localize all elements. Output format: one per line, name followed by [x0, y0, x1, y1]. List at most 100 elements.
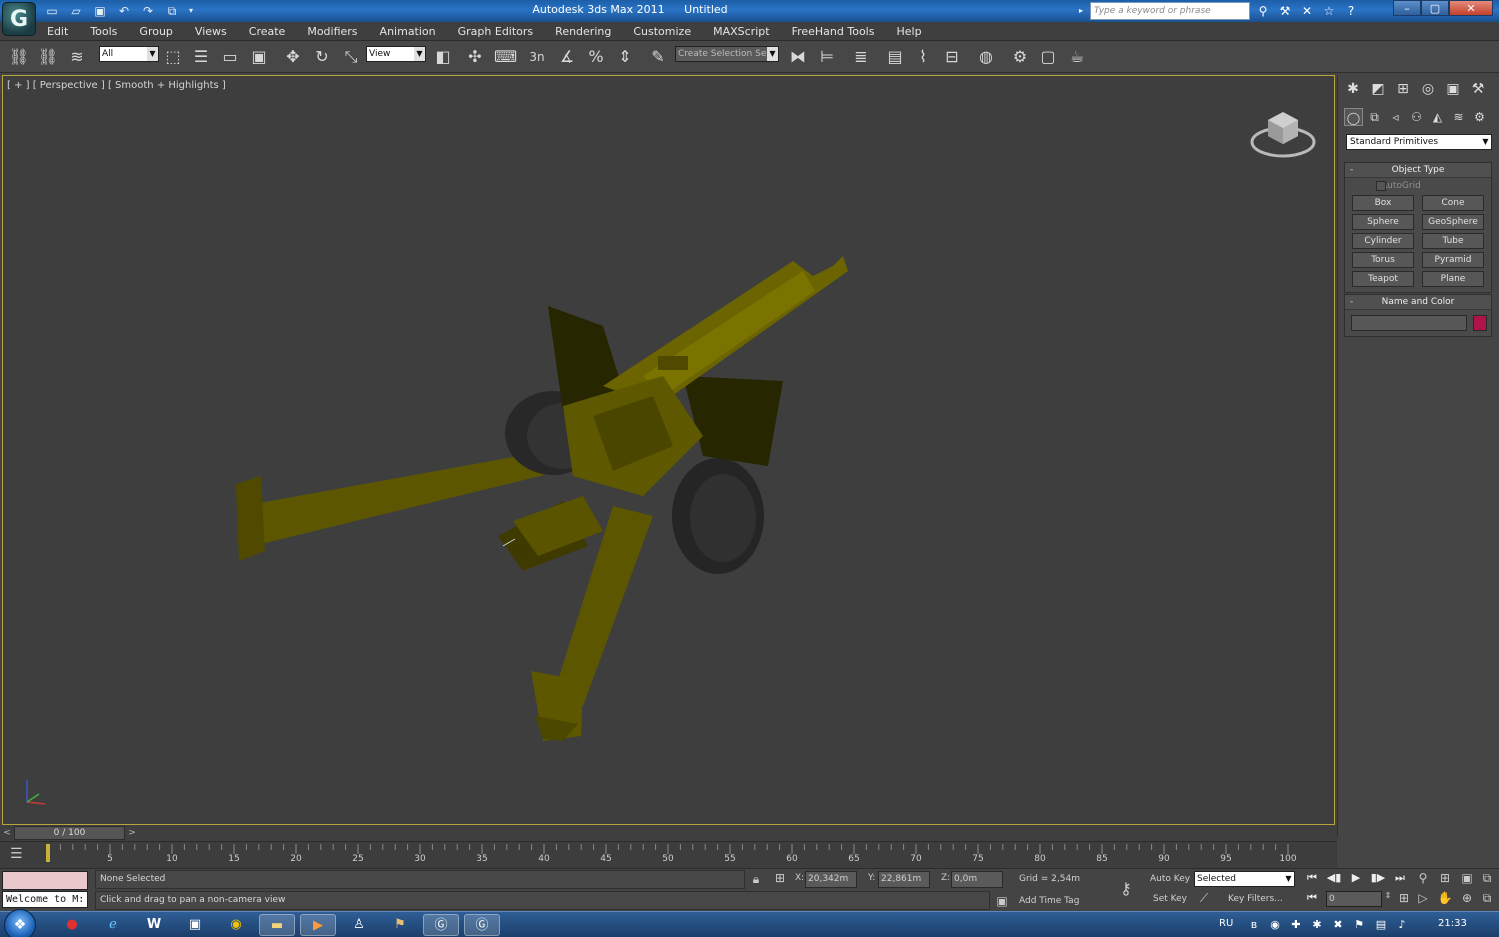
- menu-rendering[interactable]: Rendering: [544, 22, 622, 41]
- tray-antivirus-icon[interactable]: ✖: [1330, 917, 1346, 933]
- help-icon[interactable]: ?: [1342, 2, 1360, 20]
- systems-icon[interactable]: ⚙: [1470, 108, 1489, 126]
- set-key-icon[interactable]: ⚷: [1113, 879, 1139, 898]
- material-editor-icon[interactable]: ◍: [975, 46, 997, 68]
- default-tangents-icon[interactable]: ⟋: [1196, 891, 1212, 906]
- bluetooth-icon[interactable]: ʙ: [1246, 917, 1262, 933]
- tray-app-icon[interactable]: ◉: [1267, 917, 1283, 933]
- unlink-icon[interactable]: ⛓: [37, 46, 59, 68]
- add-time-tag[interactable]: Add Time Tag: [1019, 896, 1079, 906]
- zoom-all-icon[interactable]: ⊞: [1436, 871, 1454, 885]
- time-slider[interactable]: < 0 / 100 >: [0, 825, 1337, 841]
- display-tab-icon[interactable]: ▣: [1442, 79, 1464, 99]
- volume-icon[interactable]: ♪: [1394, 917, 1410, 933]
- maximize-button[interactable]: ▢: [1421, 0, 1449, 16]
- primitive-sphere-button[interactable]: Sphere: [1352, 214, 1414, 230]
- manipulate-icon[interactable]: ✣: [464, 46, 486, 68]
- snaps-toggle-icon[interactable]: 3n: [526, 46, 548, 68]
- app2-icon[interactable]: ⚑: [382, 914, 418, 936]
- go-to-end-icon[interactable]: ⏭: [1390, 869, 1410, 887]
- time-slider-thumb[interactable]: 0 / 100: [14, 826, 125, 840]
- select-object-icon[interactable]: ⬚: [162, 46, 184, 68]
- geometry-icon[interactable]: ◯: [1344, 108, 1363, 126]
- layer-manager-icon[interactable]: ≣: [850, 46, 872, 68]
- named-selection-dropdown[interactable]: Create Selection Se ▼: [675, 46, 779, 62]
- pivot-center-icon[interactable]: ◧: [432, 46, 454, 68]
- app-icon[interactable]: ▣: [177, 914, 213, 936]
- primitive-plane-button[interactable]: Plane: [1422, 271, 1484, 287]
- menu-animation[interactable]: Animation: [369, 22, 447, 41]
- go-to-start-icon[interactable]: ⏮: [1302, 869, 1322, 887]
- primitive-box-button[interactable]: Box: [1352, 195, 1414, 211]
- subscription-icon[interactable]: ⚒: [1276, 2, 1294, 20]
- clock[interactable]: 21:33: [1438, 918, 1467, 929]
- time-config-icon[interactable]: ⊞: [1396, 891, 1412, 905]
- search-expand-icon[interactable]: ▸: [1079, 2, 1089, 20]
- tray-folder-icon[interactable]: ✱: [1309, 917, 1325, 933]
- rectangular-selection-icon[interactable]: ▭: [219, 46, 241, 68]
- lights-icon[interactable]: ◃: [1386, 108, 1405, 126]
- modify-tab-icon[interactable]: ◩: [1367, 79, 1389, 99]
- key-mode-toggle-icon[interactable]: ⏮: [1302, 889, 1322, 907]
- angle-snap-icon[interactable]: ∡: [556, 46, 578, 68]
- schematic-view-icon[interactable]: ⊟: [941, 46, 963, 68]
- move-icon[interactable]: ✥: [282, 46, 304, 68]
- menu-modifiers[interactable]: Modifiers: [296, 22, 368, 41]
- spinner-snap-icon[interactable]: ⇕: [614, 46, 636, 68]
- primitive-cone-button[interactable]: Cone: [1422, 195, 1484, 211]
- pan-view-icon[interactable]: ✋: [1436, 891, 1454, 905]
- play-icon[interactable]: ▶: [1346, 869, 1366, 887]
- 3dsmax-icon[interactable]: Ⓖ: [423, 914, 459, 936]
- orbit-icon[interactable]: ⊕: [1458, 891, 1476, 905]
- mirror-icon[interactable]: ⧓: [787, 46, 809, 68]
- time-tag-icon[interactable]: ▣: [995, 894, 1009, 908]
- chrome-icon[interactable]: ◉: [218, 914, 254, 936]
- next-frame-icon[interactable]: >: [126, 826, 138, 840]
- cameras-icon[interactable]: ⚇: [1407, 108, 1426, 126]
- y-coordinate-field[interactable]: 22,861m: [878, 871, 930, 888]
- selection-filter-dropdown[interactable]: All ▼: [99, 46, 159, 62]
- create-tab-icon[interactable]: ✱: [1342, 79, 1364, 99]
- current-frame-field[interactable]: 0: [1326, 891, 1382, 907]
- key-filters-button[interactable]: Key Filters...: [1228, 894, 1283, 904]
- 3dsmax2-icon[interactable]: Ⓖ: [464, 914, 500, 936]
- helpers-icon[interactable]: ◭: [1428, 108, 1447, 126]
- edit-named-selection-icon[interactable]: ✎: [647, 46, 669, 68]
- render-setup-icon[interactable]: ⚙: [1009, 46, 1031, 68]
- favorites-icon[interactable]: ☆: [1320, 2, 1338, 20]
- z-coordinate-field[interactable]: 0,0m: [951, 871, 1003, 888]
- keyboard-shortcut-icon[interactable]: ⌨: [494, 46, 517, 68]
- tray-shield-icon[interactable]: ✚: [1288, 917, 1304, 933]
- reference-coord-dropdown[interactable]: View ▼: [366, 46, 426, 62]
- primitive-cylinder-button[interactable]: Cylinder: [1352, 233, 1414, 249]
- menu-create[interactable]: Create: [238, 22, 297, 41]
- primitive-torus-button[interactable]: Torus: [1352, 252, 1414, 268]
- select-by-name-icon[interactable]: ☰: [190, 46, 212, 68]
- render-production-icon[interactable]: ☕: [1066, 46, 1088, 68]
- shapes-icon[interactable]: ⧉: [1365, 108, 1384, 126]
- binoculars-icon[interactable]: ⚲: [1254, 2, 1272, 20]
- menu-freehand-tools[interactable]: FreeHand Tools: [781, 22, 886, 41]
- scale-icon[interactable]: ⤡: [340, 46, 362, 68]
- menu-edit[interactable]: Edit: [36, 22, 79, 41]
- align-icon[interactable]: ⊨: [816, 46, 838, 68]
- rotate-icon[interactable]: ↻: [311, 46, 333, 68]
- close-button[interactable]: ✕: [1449, 0, 1493, 16]
- maxscript-mini-listener[interactable]: [2, 871, 88, 890]
- primitive-pyramid-button[interactable]: Pyramid: [1422, 252, 1484, 268]
- category-dropdown[interactable]: Standard Primitives ▼: [1346, 134, 1492, 150]
- start-button[interactable]: ❖: [4, 909, 36, 937]
- explorer-icon[interactable]: ▬: [259, 914, 295, 936]
- word-icon[interactable]: W: [136, 914, 172, 936]
- object-name-input[interactable]: [1351, 315, 1467, 331]
- communication-icon[interactable]: ✕: [1298, 2, 1316, 20]
- menu-help[interactable]: Help: [885, 22, 932, 41]
- viewport-label[interactable]: [ + ] [ Perspective ] [ Smooth + Highlig…: [7, 80, 226, 91]
- percent-snap-icon[interactable]: %: [585, 46, 607, 68]
- next-key-icon[interactable]: ▮▶: [1368, 869, 1388, 887]
- set-key-button[interactable]: Set Key: [1153, 894, 1187, 904]
- x-coordinate-field[interactable]: 20,342m: [805, 871, 857, 888]
- menu-customize[interactable]: Customize: [622, 22, 702, 41]
- language-indicator[interactable]: RU: [1219, 918, 1233, 929]
- link-icon[interactable]: ⛓: [8, 46, 30, 68]
